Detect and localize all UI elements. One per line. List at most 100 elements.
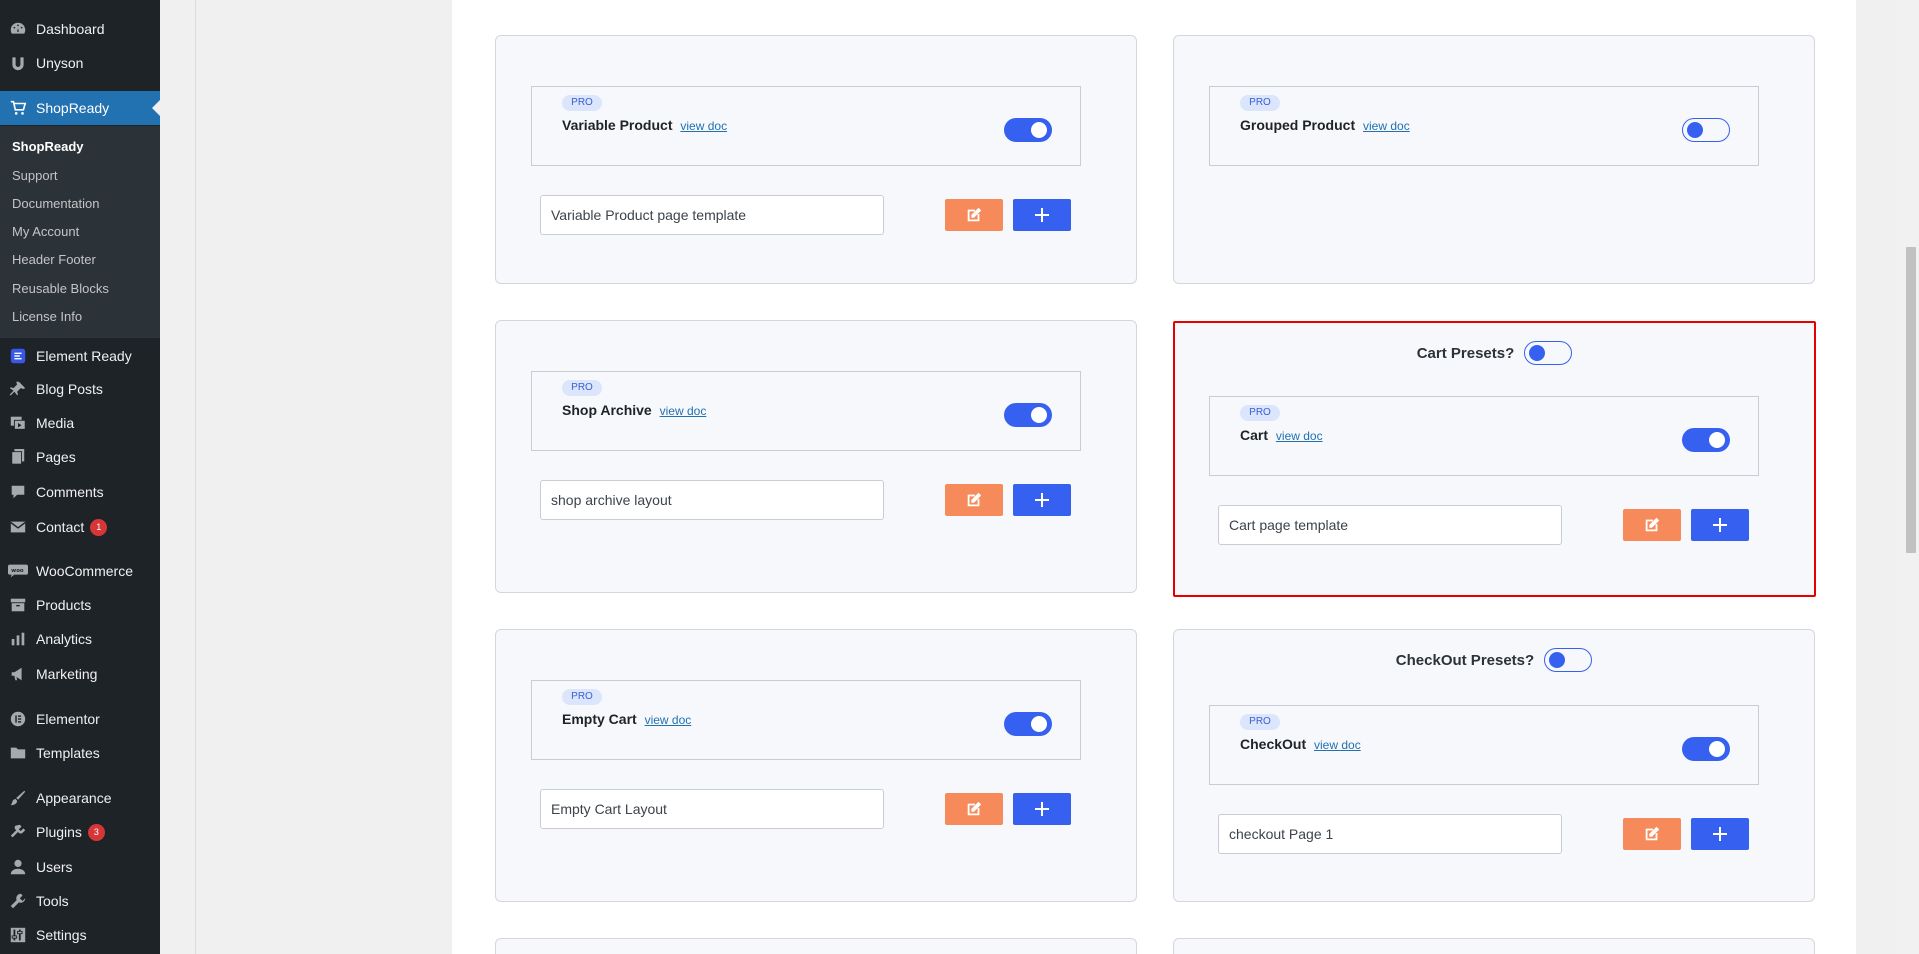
menu-label-plugins: Plugins xyxy=(36,824,82,840)
toggle-knob xyxy=(1549,652,1566,668)
plus-icon xyxy=(1035,802,1049,816)
megaphone-icon xyxy=(8,664,28,684)
submenu-item-shopready[interactable]: ShopReady xyxy=(12,139,84,154)
submenu-item-reusable-blocks[interactable]: Reusable Blocks xyxy=(12,281,109,296)
edit-icon xyxy=(967,207,982,222)
plugin-icon xyxy=(8,822,28,842)
menu-label-appearance: Appearance xyxy=(36,790,112,806)
toggle-knob xyxy=(1031,407,1047,423)
edit-template-button[interactable] xyxy=(945,199,1003,231)
submenu-item-header-footer[interactable]: Header Footer xyxy=(12,252,96,267)
feature-enable-toggle[interactable] xyxy=(1004,118,1052,142)
menu-item-unyson[interactable]: Unyson xyxy=(0,46,160,80)
feature-title: Grouped Product view doc xyxy=(1240,117,1410,133)
view-doc-link[interactable]: view doc xyxy=(660,404,707,418)
menu-item-analytics[interactable]: Analytics xyxy=(0,622,160,656)
toggle-knob xyxy=(1709,432,1725,448)
feature-enable-toggle[interactable] xyxy=(1682,118,1730,142)
add-template-button[interactable] xyxy=(1013,793,1071,825)
menu-item-shopready[interactable]: ShopReady xyxy=(0,91,160,125)
menu-label-marketing: Marketing xyxy=(36,666,98,682)
feature-enable-toggle[interactable] xyxy=(1004,403,1052,427)
edit-template-button[interactable] xyxy=(1623,509,1681,541)
toggle-knob xyxy=(1031,122,1047,138)
menu-item-blog-posts[interactable]: Blog Posts xyxy=(0,372,160,406)
menu-item-marketing[interactable]: Marketing xyxy=(0,657,160,691)
view-doc-link[interactable]: view doc xyxy=(680,119,727,133)
submenu-item-support[interactable]: Support xyxy=(12,168,58,183)
edit-template-button[interactable] xyxy=(1623,818,1681,850)
feature-enable-toggle[interactable] xyxy=(1682,737,1730,761)
plus-icon xyxy=(1713,827,1727,841)
feature-title: Empty Cart view doc xyxy=(562,711,691,727)
feature-title-text: Empty Cart xyxy=(562,711,637,727)
template-select-input[interactable] xyxy=(1218,505,1562,545)
mail-icon xyxy=(8,517,28,537)
submenu-item-documentation[interactable]: Documentation xyxy=(12,196,99,211)
menu-item-woocommerce[interactable]: woo WooCommerce xyxy=(0,554,160,588)
template-card-empty-cart: PRO Empty Cart view doc xyxy=(495,629,1137,902)
edit-template-button[interactable] xyxy=(945,793,1003,825)
submenu-item-my-account[interactable]: My Account xyxy=(12,224,79,239)
template-select-input[interactable] xyxy=(540,789,884,829)
menu-item-users[interactable]: Users xyxy=(0,850,160,884)
cart-presets-row: Cart Presets? xyxy=(1175,341,1814,365)
feature-enable-toggle[interactable] xyxy=(1004,712,1052,736)
add-template-button[interactable] xyxy=(1691,509,1749,541)
pin-icon xyxy=(8,379,28,399)
template-select-input[interactable] xyxy=(540,480,884,520)
menu-label-element-ready: Element Ready xyxy=(36,348,132,364)
feature-row: PRO Shop Archive view doc xyxy=(531,371,1081,451)
add-template-button[interactable] xyxy=(1013,199,1071,231)
woo-icon: woo xyxy=(8,561,28,581)
menu-item-products[interactable]: Products xyxy=(0,588,160,622)
presets-toggle[interactable] xyxy=(1524,341,1573,365)
feature-enable-toggle[interactable] xyxy=(1682,428,1730,452)
menu-item-appearance[interactable]: Appearance xyxy=(0,781,160,815)
template-select-input[interactable] xyxy=(540,195,884,235)
add-template-button[interactable] xyxy=(1013,484,1071,516)
toggle-knob xyxy=(1031,716,1047,732)
view-doc-link[interactable]: view doc xyxy=(1314,738,1361,752)
menu-label-comments: Comments xyxy=(36,484,104,500)
toggle-knob xyxy=(1529,345,1546,361)
edit-icon xyxy=(1645,826,1660,841)
unyson-icon xyxy=(8,53,28,73)
view-doc-link[interactable]: view doc xyxy=(1276,429,1323,443)
menu-label-products: Products xyxy=(36,597,92,613)
feature-row: PRO Variable Product view doc xyxy=(531,86,1081,166)
admin-sidebar: Dashboard Unyson ShopReady ShopReady Sup… xyxy=(0,0,160,954)
bar-chart-icon xyxy=(8,629,28,649)
pro-badge: PRO xyxy=(562,689,602,705)
menu-item-dashboard[interactable]: Dashboard xyxy=(0,12,160,46)
menu-item-plugins[interactable]: Plugins 3 xyxy=(0,815,160,849)
menu-item-contact[interactable]: Contact 1 xyxy=(0,510,160,544)
view-doc-link[interactable]: view doc xyxy=(1363,119,1410,133)
menu-item-pages[interactable]: Pages xyxy=(0,440,160,474)
menu-item-media[interactable]: Media xyxy=(0,406,160,440)
menu-label-media: Media xyxy=(36,415,75,431)
menu-label-shopready: ShopReady xyxy=(36,100,110,116)
page-scrollbar[interactable] xyxy=(1903,0,1919,954)
menu-item-element-ready[interactable]: Element Ready xyxy=(0,339,160,373)
menu-item-elementor[interactable]: Elementor xyxy=(0,702,160,736)
submenu-item-license-info[interactable]: License Info xyxy=(12,309,82,324)
presets-toggle[interactable] xyxy=(1544,648,1593,672)
menu-item-tools[interactable]: Tools xyxy=(0,884,160,918)
add-template-button[interactable] xyxy=(1691,818,1749,850)
menu-item-templates[interactable]: Templates xyxy=(0,736,160,770)
template-card-checkout: CheckOut Presets? PRO CheckOut view doc xyxy=(1173,629,1815,902)
svg-text:woo: woo xyxy=(11,568,24,574)
menu-item-settings[interactable]: Settings xyxy=(0,918,160,952)
menu-item-comments[interactable]: Comments xyxy=(0,475,160,509)
active-indicator xyxy=(152,100,160,116)
feature-row: PRO Empty Cart view doc xyxy=(531,680,1081,760)
scrollbar-thumb[interactable] xyxy=(1906,247,1916,553)
template-select-input[interactable] xyxy=(1218,814,1562,854)
wrench-icon xyxy=(8,891,28,911)
elementor-icon xyxy=(8,709,28,729)
menu-label-contact: Contact xyxy=(36,519,85,535)
menu-label-dashboard: Dashboard xyxy=(36,21,105,37)
view-doc-link[interactable]: view doc xyxy=(645,713,692,727)
edit-template-button[interactable] xyxy=(945,484,1003,516)
